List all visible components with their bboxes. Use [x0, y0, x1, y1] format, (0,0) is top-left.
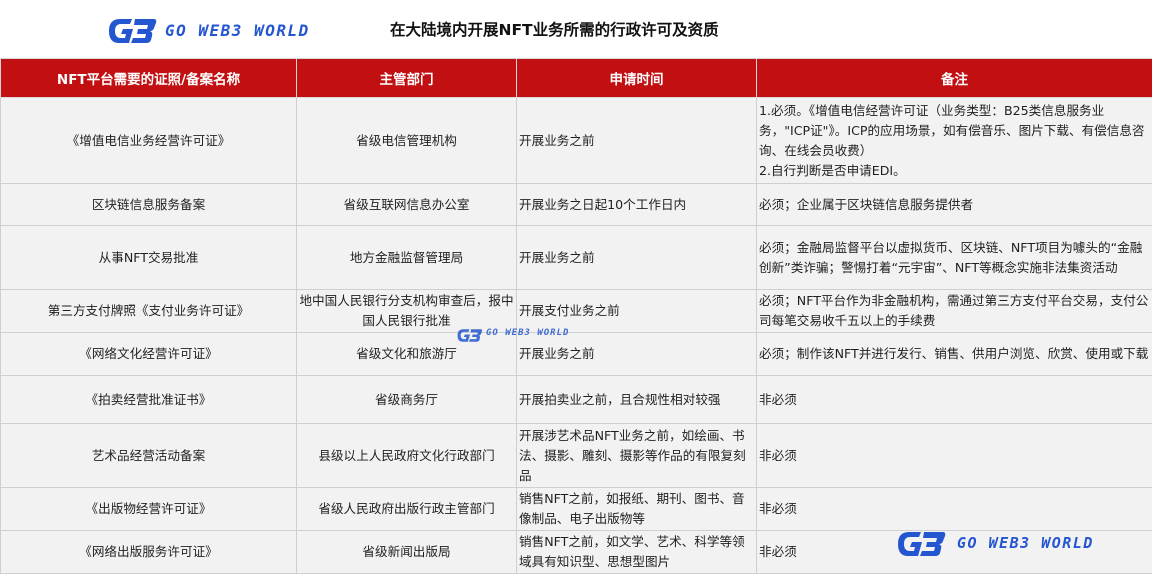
department-cell: 地方金融监督管理局: [297, 226, 517, 290]
application-time-cell: 开展业务之前: [517, 226, 757, 290]
note-cell: 必须；企业属于区块链信息服务提供者: [757, 184, 1152, 226]
department-cell: 县级以上人民政府文化行政部门: [297, 424, 517, 488]
table-row: 区块链信息服务备案 省级互联网信息办公室 开展业务之日起10个工作日内 必须；企…: [1, 184, 1152, 226]
column-header-note: 备注: [757, 59, 1152, 98]
license-name-cell: 艺术品经营活动备案: [1, 424, 297, 488]
watermark-bottom-right: GO WEB3 WORLD: [895, 529, 1135, 559]
note-cell: 必须；金融局监督平台以虚拟货币、区块链、NFT项目为噱头的“金融创新”类诈骗；警…: [757, 226, 1152, 290]
license-name-cell: 《出版物经营许可证》: [1, 488, 297, 531]
note-cell: 非必须: [757, 488, 1152, 531]
application-time-cell: 销售NFT之前，如文学、艺术、科学等领域具有知识型、思想型图片: [517, 531, 757, 574]
note-cell: 必须；NFT平台作为非金融机构，需通过第三方支付平台交易，支付公司每笔交易收千五…: [757, 290, 1152, 333]
note-cell: 非必须: [757, 424, 1152, 488]
table-header-row: NFT平台需要的证照/备案名称 主管部门 申请时间 备注: [1, 59, 1152, 98]
department-cell: 省级电信管理机构: [297, 98, 517, 184]
go-web3-logo-icon: [895, 530, 947, 558]
watermark-text: GO WEB3 WORLD: [957, 534, 1094, 552]
column-header-license-name: NFT平台需要的证照/备案名称: [1, 59, 297, 98]
application-time-cell: 开展涉艺术品NFT业务之前，如绘画、书法、摄影、雕刻、摄影等作品的有限复刻品: [517, 424, 757, 488]
license-name-cell: 从事NFT交易批准: [1, 226, 297, 290]
application-time-cell: 销售NFT之前，如报纸、期刊、图书、音像制品、电子出版物等: [517, 488, 757, 531]
license-name-cell: 《拍卖经营批准证书》: [1, 376, 297, 424]
header: GO WEB3 WORLD 在大陆境内开展NFT业务所需的行政许可及资质: [0, 0, 1152, 58]
department-cell: 省级互联网信息办公室: [297, 184, 517, 226]
note-cell: 1.必须。《增值电信经营许可证（业务类型：B25类信息服务业务，"ICP证"》。…: [757, 98, 1152, 184]
watermark-text: GO WEB3 WORLD: [486, 328, 569, 338]
brand-logo-text: GO WEB3 WORLD: [165, 18, 355, 44]
application-time-cell: 开展业务之前: [517, 98, 757, 184]
note-cell: 非必须: [757, 376, 1152, 424]
page-title: 在大陆境内开展NFT业务所需的行政许可及资质: [390, 18, 810, 42]
table-row: 《出版物经营许可证》 省级人民政府出版行政主管部门 销售NFT之前，如报纸、期刊…: [1, 488, 1152, 531]
license-name-cell: 《增值电信业务经营许可证》: [1, 98, 297, 184]
table-row: 艺术品经营活动备案 县级以上人民政府文化行政部门 开展涉艺术品NFT业务之前，如…: [1, 424, 1152, 488]
license-name-cell: 《网络出版服务许可证》: [1, 531, 297, 574]
department-cell: 省级人民政府出版行政主管部门: [297, 488, 517, 531]
license-table-container: NFT平台需要的证照/备案名称 主管部门 申请时间 备注 《增值电信业务经营许可…: [0, 58, 1152, 574]
department-cell: 省级新闻出版局: [297, 531, 517, 574]
column-header-application-time: 申请时间: [517, 59, 757, 98]
license-name-cell: 区块链信息服务备案: [1, 184, 297, 226]
column-header-department: 主管部门: [297, 59, 517, 98]
license-name-cell: 《网络文化经营许可证》: [1, 333, 297, 376]
department-cell: 省级商务厅: [297, 376, 517, 424]
table-row: 《增值电信业务经营许可证》 省级电信管理机构 开展业务之前 1.必须。《增值电信…: [1, 98, 1152, 184]
go-web3-logo-icon: [456, 328, 483, 343]
go-web3-logo-icon: [106, 17, 158, 45]
table-row: 《拍卖经营批准证书》 省级商务厅 开展拍卖业之前，且合规性相对较强 非必须: [1, 376, 1152, 424]
note-cell: 必须；制作该NFT并进行发行、销售、供用户浏览、欣赏、使用或下载: [757, 333, 1152, 376]
license-table: NFT平台需要的证照/备案名称 主管部门 申请时间 备注 《增值电信业务经营许可…: [0, 58, 1152, 574]
license-name-cell: 第三方支付牌照《支付业务许可证》: [1, 290, 297, 333]
application-time-cell: 开展拍卖业之前，且合规性相对较强: [517, 376, 757, 424]
table-row: 从事NFT交易批准 地方金融监督管理局 开展业务之前 必须；金融局监督平台以虚拟…: [1, 226, 1152, 290]
application-time-cell: 开展业务之日起10个工作日内: [517, 184, 757, 226]
watermark-center: GO WEB3 WORLD: [456, 327, 590, 345]
